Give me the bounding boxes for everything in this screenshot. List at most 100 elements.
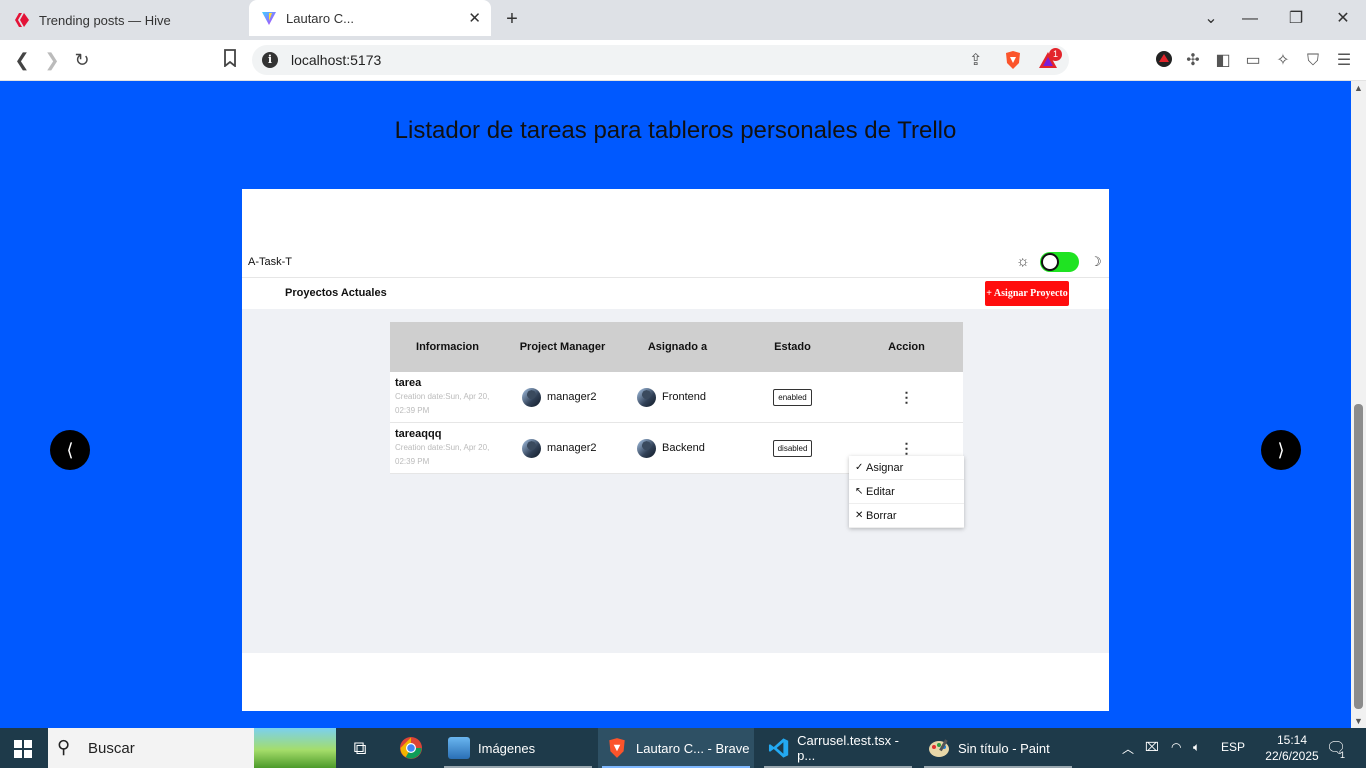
paint-icon xyxy=(929,739,949,757)
brave-shield-icon[interactable] xyxy=(1004,50,1022,70)
menu-item-label: Borrar xyxy=(866,509,897,522)
extension-icon[interactable] xyxy=(1153,50,1175,72)
photos-icon xyxy=(448,737,470,759)
avatar xyxy=(522,438,541,458)
leo-ai-icon[interactable]: ✧ xyxy=(1272,50,1294,72)
assigned-cell: Frontend xyxy=(620,387,735,407)
header-accion: Accion xyxy=(888,341,925,353)
reload-icon[interactable]: ↻ xyxy=(70,49,94,71)
search-input[interactable]: Buscar xyxy=(88,740,135,757)
vpn-icon[interactable]: ⛉ xyxy=(1302,50,1324,72)
language-indicator[interactable]: ESP xyxy=(1221,740,1245,754)
minimize-icon[interactable]: — xyxy=(1240,8,1260,30)
avatar xyxy=(637,387,656,407)
taskbar-search[interactable]: ⚲ Buscar xyxy=(48,728,336,768)
scroll-down-icon[interactable]: ▼ xyxy=(1354,716,1363,726)
sidebar-icon[interactable]: ◧ xyxy=(1212,50,1234,72)
carousel-prev-button[interactable]: ⟨ xyxy=(50,430,90,470)
assign-project-button[interactable]: + Asignar Proyecto xyxy=(985,281,1069,306)
app-name: A-Task-T xyxy=(248,256,292,268)
browser-toolbar: ❮ ❯ ↻ i localhost:5173 ⇪ 1 ✣ ◧ ▭ ✧ ⛉ ☰ xyxy=(0,40,1366,81)
row-actions-kebab-icon[interactable]: ⋮ xyxy=(850,389,963,406)
taskbar-app-vscode[interactable]: Carrusel.test.tsx - p... xyxy=(760,728,916,768)
table-row: tarea Creation date:Sun, Apr 20, 02:39 P… xyxy=(390,372,963,423)
tab-hive[interactable]: Trending posts — Hive xyxy=(0,0,248,40)
task-view-icon[interactable]: ⧉ xyxy=(348,736,372,760)
assigned-name: Frontend xyxy=(662,391,707,403)
carousel-next-button[interactable]: ⟩ xyxy=(1261,430,1301,470)
puzzle-extensions-icon[interactable]: ✣ xyxy=(1182,50,1204,72)
menu-item-asignar[interactable]: ✓ Asignar xyxy=(849,456,964,480)
url-text[interactable]: localhost:5173 xyxy=(291,52,381,68)
header-project-manager: Project Manager xyxy=(519,341,606,353)
site-info-icon[interactable]: i xyxy=(262,52,278,68)
status-cell: disabled xyxy=(735,439,850,457)
pencil-icon: ↖ xyxy=(855,486,864,497)
chrome-icon[interactable] xyxy=(399,736,423,760)
taskbar-clock[interactable]: 15:14 22/6/2025 xyxy=(1262,732,1322,764)
share-icon[interactable]: ⇪ xyxy=(969,50,982,70)
windows-start-icon[interactable] xyxy=(14,740,32,758)
task-name: tareaqqq xyxy=(395,428,442,440)
assigned-cell: Backend xyxy=(620,438,735,458)
rewards-badge: 1 xyxy=(1049,48,1062,61)
tasks-table: Informacion Project Manager Asignado a E… xyxy=(390,322,963,474)
theme-toggle[interactable] xyxy=(1040,252,1079,272)
page-title: Listador de tareas para tableros persona… xyxy=(394,117,957,144)
new-tab-icon[interactable]: + xyxy=(502,8,522,30)
search-highlight-image xyxy=(254,728,336,768)
row-actions-menu: ✓ Asignar ↖ Editar ✕ Borrar xyxy=(849,456,964,528)
clock-date: 22/6/2025 xyxy=(1265,749,1319,763)
row-actions-kebab-icon[interactable]: ⋮ xyxy=(850,440,963,457)
scroll-up-icon[interactable]: ▲ xyxy=(1354,83,1363,93)
toggle-knob xyxy=(1041,253,1059,271)
task-date: Creation date:Sun, Apr 20, xyxy=(395,443,490,452)
tab-search-chevron-icon[interactable]: ⌄ xyxy=(1201,8,1221,30)
menu-icon[interactable]: ☰ xyxy=(1333,50,1355,72)
app-label: Lautaro C... - Brave xyxy=(636,740,750,756)
menu-item-label: Editar xyxy=(866,485,895,498)
app-label: Carrusel.test.tsx - p... xyxy=(797,733,900,763)
taskbar-app-brave[interactable]: Lautaro C... - Brave xyxy=(598,728,754,768)
address-bar[interactable]: i localhost:5173 ⇪ 1 xyxy=(252,45,1069,75)
volume-icon[interactable]: 🔈︎ xyxy=(1193,740,1200,755)
tab-lautaro[interactable]: Lautaro C... ✕ xyxy=(249,0,491,36)
back-icon[interactable]: ❮ xyxy=(10,49,34,71)
hive-icon xyxy=(15,13,29,27)
tab-title: Lautaro C... xyxy=(286,10,354,26)
menu-item-borrar[interactable]: ✕ Borrar xyxy=(849,504,964,528)
browser-tab-bar: Trending posts — Hive Lautaro C... ✕ + ⌄… xyxy=(0,0,1366,40)
menu-item-editar[interactable]: ↖ Editar xyxy=(849,480,964,504)
scroll-thumb[interactable] xyxy=(1354,404,1363,709)
windows-taskbar: ⚲ Buscar ⧉ Imágenes Lautaro C... - Brave… xyxy=(0,728,1366,768)
header-divider xyxy=(242,277,1109,278)
notifications-count: 1 xyxy=(1340,750,1346,760)
taskbar-app-images[interactable]: Imágenes xyxy=(440,728,596,768)
task-date: Creation date:Sun, Apr 20, xyxy=(395,392,490,401)
wallet-icon[interactable]: ▭ xyxy=(1242,50,1264,72)
close-tab-icon[interactable]: ✕ xyxy=(468,9,481,27)
network-off-icon[interactable]: ⌧ xyxy=(1145,740,1159,754)
restore-icon[interactable]: ❐ xyxy=(1286,8,1306,30)
table-header: Informacion Project Manager Asignado a E… xyxy=(390,322,963,372)
check-icon: ✓ xyxy=(855,462,864,473)
page-scrollbar[interactable]: ▲ ▼ xyxy=(1351,81,1366,728)
clock-time: 15:14 xyxy=(1276,733,1308,747)
search-icon: ⚲ xyxy=(57,737,71,757)
project-manager-cell: manager2 xyxy=(505,438,620,458)
section-title: Proyectos Actuales xyxy=(285,287,387,299)
avatar xyxy=(637,438,656,458)
tray-chevron-icon[interactable]: ︿ xyxy=(1122,740,1134,757)
manager-name: manager2 xyxy=(547,442,597,454)
status-badge: enabled xyxy=(773,388,812,406)
app-label: Imágenes xyxy=(478,740,536,756)
taskbar-app-paint[interactable]: Sin título - Paint xyxy=(920,728,1076,768)
close-window-icon[interactable]: ✕ xyxy=(1333,8,1353,30)
header-asignado: Asignado a xyxy=(647,341,708,353)
moon-icon: ☽ xyxy=(1090,254,1102,269)
web-page: Listador de tareas para tableros persona… xyxy=(0,81,1351,728)
wifi-icon[interactable]: ◠ xyxy=(1171,740,1181,754)
task-info: tareaqqq Creation date:Sun, Apr 20, 02:3… xyxy=(390,428,505,468)
bookmark-icon[interactable] xyxy=(218,49,242,71)
forward-icon[interactable]: ❯ xyxy=(40,49,64,71)
